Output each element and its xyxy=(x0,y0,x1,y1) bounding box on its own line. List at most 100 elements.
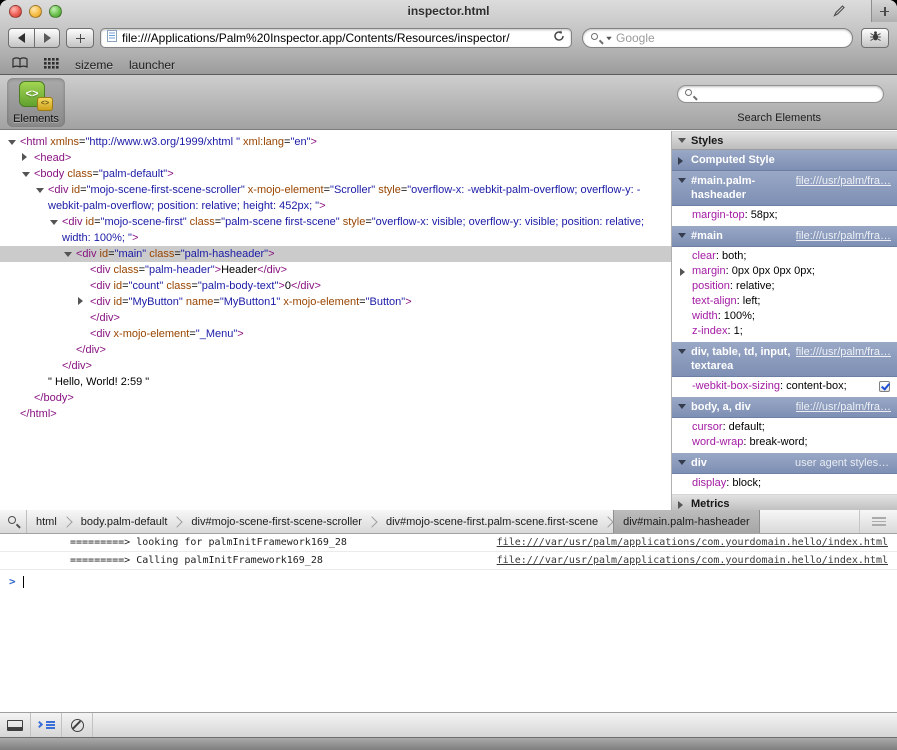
triangle-down-icon xyxy=(678,460,686,465)
metrics-pane-header[interactable]: Metrics xyxy=(672,494,897,510)
node-search-button[interactable] xyxy=(0,510,27,533)
clear-console-button[interactable] xyxy=(62,713,93,737)
tree-row[interactable]: </html> xyxy=(0,406,671,422)
css-property-row[interactable]: position: relative; xyxy=(672,279,897,294)
dock-inspector-button[interactable] xyxy=(0,713,31,737)
tree-token: "MyButton1" xyxy=(220,296,280,308)
styles-pane-title: Styles xyxy=(691,135,723,147)
stylesheet-link[interactable]: file:///usr/palm/fra… xyxy=(796,345,891,359)
css-property-name: -webkit-box-sizing xyxy=(692,380,780,392)
console-message-source-link[interactable]: file:///var/usr/palm/applications/com.yo… xyxy=(497,537,888,548)
tree-row[interactable]: <head> xyxy=(0,150,671,166)
tree-row[interactable]: <div class="palm-header">Header</div> xyxy=(0,262,671,278)
address-bar[interactable]: file:///Applications/Palm%20Inspector.ap… xyxy=(100,28,572,48)
bookmark-item-launcher[interactable]: launcher xyxy=(129,58,175,72)
breadcrumb-item[interactable]: div#mojo-scene-first-scene-scroller xyxy=(182,510,371,533)
style-section-header[interactable]: #main.palm-hasheaderfile:///usr/palm/fra… xyxy=(672,171,897,206)
forward-button[interactable] xyxy=(34,28,60,48)
minimize-window-button[interactable] xyxy=(29,5,42,18)
triangle-down-icon xyxy=(678,178,686,183)
style-section-body: cursor: default;word-wrap: break-word; xyxy=(672,418,897,453)
css-property-row[interactable]: width: 100%; xyxy=(672,309,897,324)
toggle-console-button[interactable] xyxy=(31,713,62,737)
search-engine-dropdown-icon[interactable] xyxy=(606,36,612,40)
bookmark-item-sizeme[interactable]: sizeme xyxy=(75,58,113,72)
css-property-row[interactable]: -webkit-box-sizing: content-box; xyxy=(672,379,897,394)
style-section-header[interactable]: #mainfile:///usr/palm/fra… xyxy=(672,226,897,247)
triangle-right-icon[interactable] xyxy=(22,150,34,166)
tree-token: id xyxy=(114,296,123,308)
style-section-header[interactable]: divuser agent stylesheet xyxy=(672,453,897,474)
tree-row[interactable]: <div id="mojo-scene-first" class="palm-s… xyxy=(0,214,671,246)
tree-token: </div> xyxy=(76,344,106,356)
triangle-right-icon[interactable] xyxy=(78,294,90,310)
tree-row[interactable]: </div> xyxy=(0,310,671,326)
console-message: =========> looking for palmInitFramework… xyxy=(0,534,897,552)
stylesheet-link[interactable]: file:///usr/palm/fra… xyxy=(796,400,891,414)
add-bookmark-button[interactable] xyxy=(66,28,94,48)
css-property-row[interactable]: margin-top: 58px; xyxy=(672,208,897,223)
breadcrumb-item[interactable]: body.palm-default xyxy=(72,510,177,533)
computed-style-section-header[interactable]: Computed Style xyxy=(672,150,897,171)
breadcrumb-item[interactable]: div#main.palm-hasheader xyxy=(613,510,760,533)
tree-row[interactable]: <div id="main" class="palm-hasheader"> xyxy=(0,246,671,262)
css-property-row[interactable]: text-align: left; xyxy=(672,294,897,309)
breadcrumb-item[interactable]: div#mojo-scene-first.palm-scene.first-sc… xyxy=(377,510,607,533)
history-navigation xyxy=(8,28,60,48)
new-tab-button[interactable] xyxy=(871,0,897,22)
style-section-header[interactable]: div, table, td, input, textareafile:///u… xyxy=(672,342,897,377)
report-bug-button[interactable] xyxy=(861,28,889,48)
stylesheet-link[interactable]: file:///usr/palm/fra… xyxy=(796,229,891,243)
triangle-down-icon[interactable] xyxy=(36,182,48,198)
title-bar[interactable]: inspector.html xyxy=(0,0,897,22)
breadcrumb: htmlbody.palm-defaultdiv#mojo-scene-firs… xyxy=(27,510,760,533)
back-button[interactable] xyxy=(8,28,34,48)
tree-token: "palm-hasheader" xyxy=(181,248,268,260)
css-property-row[interactable]: z-index: 1; xyxy=(672,324,897,339)
triangle-down-icon[interactable] xyxy=(8,134,20,150)
close-window-button[interactable] xyxy=(9,5,22,18)
tree-token: <div xyxy=(90,280,114,292)
top-sites-grid-icon[interactable] xyxy=(44,56,59,74)
css-property-row[interactable]: word-wrap: break-word; xyxy=(672,435,897,450)
console-prompt-row[interactable]: > xyxy=(0,570,897,593)
triangle-down-icon[interactable] xyxy=(22,166,34,182)
bookmarks-book-icon[interactable] xyxy=(12,56,28,74)
css-property-row[interactable]: margin: 0px 0px 0px 0px; xyxy=(672,264,897,279)
tree-token: <div xyxy=(48,184,72,196)
breadcrumb-bar: htmlbody.palm-defaultdiv#mojo-scene-firs… xyxy=(0,510,897,534)
url-text[interactable]: file:///Applications/Palm%20Inspector.ap… xyxy=(122,31,548,45)
css-property-row[interactable]: display: block; xyxy=(672,476,897,491)
tree-row[interactable]: <body class="palm-default"> xyxy=(0,166,671,182)
tree-token: "count" xyxy=(129,280,164,292)
tree-row[interactable]: <html xmlns="http://www.w3.org/1999/xhtm… xyxy=(0,134,671,150)
styles-pane-header[interactable]: Styles xyxy=(672,131,897,150)
tree-row[interactable]: <div x-mojo-element="_Menu"> xyxy=(0,326,671,342)
hamburger-menu-icon[interactable] xyxy=(859,510,897,533)
style-section-header[interactable]: body, a, div file:///usr/palm/fra… xyxy=(672,397,897,418)
tree-token: "mojo-scene-first-scene-scroller" xyxy=(87,184,245,196)
tree-row[interactable]: <div id="count" class="palm-body-text">0… xyxy=(0,278,671,294)
tree-token: id xyxy=(86,216,95,228)
tree-row[interactable]: </div> xyxy=(0,358,671,374)
stylesheet-link[interactable]: file:///usr/palm/fra… xyxy=(796,174,891,188)
css-property-row[interactable]: clear: both; xyxy=(672,249,897,264)
css-property-row[interactable]: cursor: default; xyxy=(672,420,897,435)
triangle-down-icon[interactable] xyxy=(64,246,76,262)
zoom-window-button[interactable] xyxy=(49,5,62,18)
reload-icon[interactable] xyxy=(553,29,565,47)
tree-row[interactable]: </body> xyxy=(0,390,671,406)
web-search-field[interactable]: Google xyxy=(582,28,853,48)
console-message-source-link[interactable]: file:///var/usr/palm/applications/com.yo… xyxy=(497,555,888,566)
tree-row[interactable]: <div id="mojo-scene-first-scene-scroller… xyxy=(0,182,671,214)
console-message-text: =========> looking for palmInitFramework… xyxy=(70,537,347,548)
triangle-down-icon[interactable] xyxy=(50,214,62,230)
tree-row[interactable]: " Hello, World! 2:59 " xyxy=(0,374,671,390)
elements-panel-button[interactable]: <> <> Elements xyxy=(7,78,65,127)
tree-row[interactable]: <div id="MyButton" name="MyButton1" x-mo… xyxy=(0,294,671,310)
tree-row[interactable]: </div> xyxy=(0,342,671,358)
triangle-right-icon[interactable] xyxy=(680,268,685,276)
inspector-search-field[interactable] xyxy=(677,85,884,103)
property-enabled-checkbox[interactable] xyxy=(879,381,890,392)
style-section-selector: body, a, div xyxy=(691,400,792,414)
